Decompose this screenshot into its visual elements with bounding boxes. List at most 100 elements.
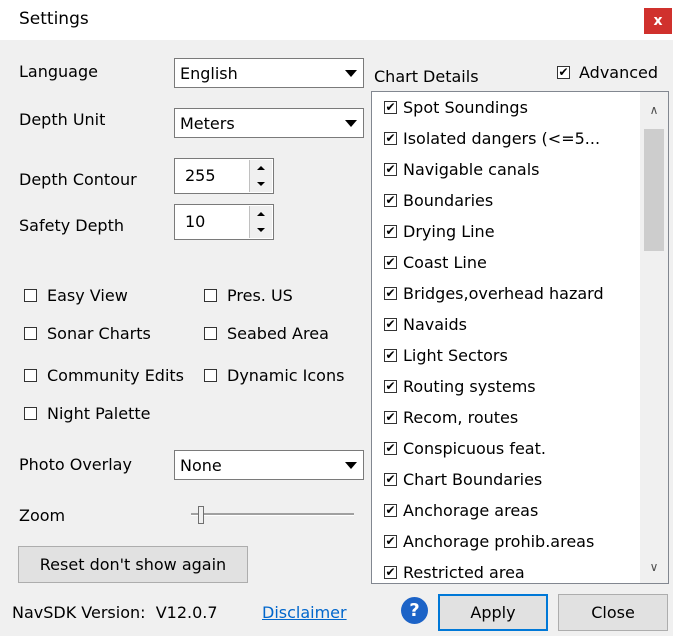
checkbox-box bbox=[204, 327, 217, 340]
list-item-label: Restricted area bbox=[403, 563, 525, 582]
dynamic-icons-checkbox[interactable]: Dynamic Icons bbox=[204, 366, 344, 385]
check-icon: ✔ bbox=[384, 441, 397, 455]
list-item-label: Boundaries bbox=[403, 191, 494, 210]
pres-us-checkbox[interactable]: Pres. US bbox=[204, 286, 293, 305]
check-icon: ✔ bbox=[384, 286, 397, 300]
community-edits-label: Community Edits bbox=[47, 366, 185, 385]
check-icon: ✔ bbox=[384, 472, 397, 486]
advanced-checkbox[interactable]: ✔ Advanced bbox=[557, 63, 658, 82]
depth-unit-select[interactable]: Meters bbox=[174, 108, 364, 138]
scroll-down-icon[interactable]: ∨ bbox=[640, 553, 668, 581]
checkbox-box bbox=[24, 327, 37, 340]
title-bar bbox=[0, 0, 673, 40]
checkbox-box bbox=[204, 369, 217, 382]
list-item[interactable]: ✔ Conspicuous feat. bbox=[372, 433, 640, 464]
check-icon: ✔ bbox=[384, 193, 397, 207]
seabed-area-label: Seabed Area bbox=[227, 324, 329, 343]
night-palette-label: Night Palette bbox=[47, 404, 151, 423]
list-item[interactable]: ✔ Boundaries bbox=[372, 185, 640, 216]
easy-view-label: Easy View bbox=[47, 286, 128, 305]
window-title: Settings bbox=[19, 9, 89, 29]
language-select[interactable]: English bbox=[174, 58, 364, 88]
chevron-up-icon bbox=[257, 166, 265, 170]
safety-depth-down-button[interactable] bbox=[250, 222, 272, 238]
list-item[interactable]: ✔ Routing systems bbox=[372, 371, 640, 402]
seabed-area-checkbox[interactable]: Seabed Area bbox=[204, 324, 329, 343]
check-icon: ✔ bbox=[384, 224, 397, 238]
chart-details-list[interactable]: ✔ Spot Soundings ✔ Isolated dangers (<=5..… bbox=[371, 91, 669, 584]
list-item-label: Navaids bbox=[403, 315, 467, 334]
safety-depth-label: Safety Depth bbox=[19, 216, 124, 235]
list-item[interactable]: ✔ Restricted area bbox=[372, 557, 640, 583]
community-edits-checkbox[interactable]: Community Edits bbox=[24, 366, 184, 385]
dynamic-icons-label: Dynamic Icons bbox=[227, 366, 345, 385]
reset-dont-show-again-button[interactable]: Reset don't show again bbox=[18, 546, 248, 583]
help-icon[interactable]: ? bbox=[401, 597, 428, 624]
list-item[interactable]: ✔ Recom, routes bbox=[372, 402, 640, 433]
list-item-label: Routing systems bbox=[403, 377, 536, 396]
check-icon: ✔ bbox=[384, 565, 397, 579]
list-item[interactable]: ✔ Navaids bbox=[372, 309, 640, 340]
list-item[interactable]: ✔ Anchorage areas bbox=[372, 495, 640, 526]
zoom-slider-thumb[interactable] bbox=[198, 506, 204, 524]
list-item-label: Navigable canals bbox=[403, 160, 540, 179]
check-icon: ✔ bbox=[384, 100, 397, 114]
list-item[interactable]: ✔ Bridges,overhead hazard bbox=[372, 278, 640, 309]
list-item-label: Drying Line bbox=[403, 222, 495, 241]
checkbox-box bbox=[24, 407, 37, 420]
chevron-down-icon bbox=[340, 60, 362, 86]
safety-depth-value: 10 bbox=[185, 212, 206, 231]
safety-depth-up-button[interactable] bbox=[250, 206, 272, 223]
list-item[interactable]: ✔ Coast Line bbox=[372, 247, 640, 278]
chevron-down-icon bbox=[257, 182, 265, 186]
list-item[interactable]: ✔ Drying Line bbox=[372, 216, 640, 247]
scroll-up-icon[interactable]: ∧ bbox=[640, 96, 668, 124]
pres-us-label: Pres. US bbox=[227, 286, 293, 305]
list-scrollbar[interactable]: ∧ ∨ bbox=[640, 92, 668, 583]
check-icon: ✔ bbox=[384, 503, 397, 517]
list-item[interactable]: ✔ Light Sectors bbox=[372, 340, 640, 371]
advanced-label: Advanced bbox=[579, 63, 659, 82]
apply-button[interactable]: Apply bbox=[438, 594, 548, 631]
language-value: English bbox=[180, 64, 238, 83]
list-item[interactable]: ✔ Navigable canals bbox=[372, 154, 640, 185]
chevron-up-icon bbox=[257, 212, 265, 216]
sonar-charts-label: Sonar Charts bbox=[47, 324, 151, 343]
list-item-label: Conspicuous feat. bbox=[403, 439, 546, 458]
depth-contour-stepper[interactable]: 255 bbox=[174, 158, 274, 194]
list-item-label: Chart Boundaries bbox=[403, 470, 543, 489]
depth-contour-up-button[interactable] bbox=[250, 160, 272, 177]
window-close-button[interactable]: x bbox=[644, 8, 672, 34]
list-item[interactable]: ✔ Anchorage prohib.areas bbox=[372, 526, 640, 557]
zoom-slider-track[interactable] bbox=[191, 513, 354, 516]
disclaimer-link[interactable]: Disclaimer bbox=[262, 603, 347, 622]
list-item[interactable]: ✔ Isolated dangers (<=5... bbox=[372, 123, 640, 154]
sonar-charts-checkbox[interactable]: Sonar Charts bbox=[24, 324, 151, 343]
zoom-label: Zoom bbox=[19, 506, 66, 525]
check-icon: ✔ bbox=[384, 255, 397, 269]
depth-unit-value: Meters bbox=[180, 114, 235, 133]
close-button[interactable]: Close bbox=[558, 594, 668, 631]
chevron-down-icon bbox=[257, 228, 265, 232]
chevron-down-icon bbox=[340, 110, 362, 136]
photo-overlay-label: Photo Overlay bbox=[19, 455, 132, 474]
safety-depth-stepper[interactable]: 10 bbox=[174, 204, 274, 240]
check-icon: ✔ bbox=[384, 534, 397, 548]
language-label: Language bbox=[19, 62, 98, 81]
list-item[interactable]: ✔ Chart Boundaries bbox=[372, 464, 640, 495]
list-item-label: Bridges,overhead hazard bbox=[403, 284, 604, 303]
photo-overlay-select[interactable]: None bbox=[174, 450, 364, 480]
scrollbar-thumb[interactable] bbox=[644, 129, 664, 251]
depth-contour-down-button[interactable] bbox=[250, 176, 272, 192]
list-item[interactable]: ✔ Spot Soundings bbox=[372, 92, 640, 123]
chevron-down-icon bbox=[340, 452, 362, 478]
easy-view-checkbox[interactable]: Easy View bbox=[24, 286, 128, 305]
night-palette-checkbox[interactable]: Night Palette bbox=[24, 404, 150, 423]
check-icon: ✔ bbox=[384, 348, 397, 362]
version-text: NavSDK Version: V12.0.7 bbox=[12, 603, 218, 622]
check-icon: ✔ bbox=[557, 65, 570, 79]
check-icon: ✔ bbox=[384, 410, 397, 424]
depth-unit-label: Depth Unit bbox=[19, 110, 106, 129]
checkbox-box bbox=[24, 369, 37, 382]
photo-overlay-value: None bbox=[180, 456, 222, 475]
